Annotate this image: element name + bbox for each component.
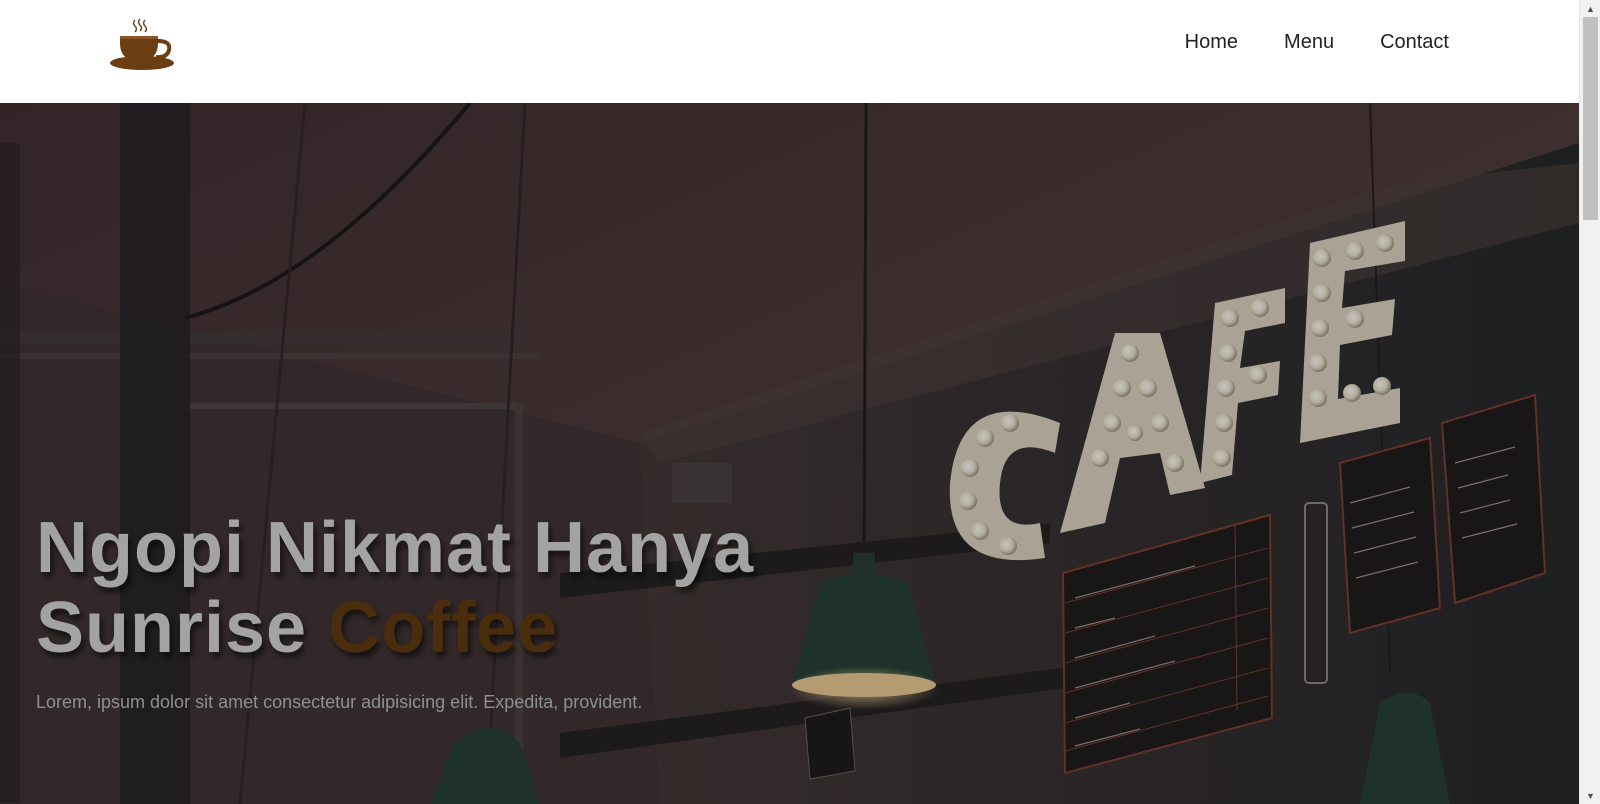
navbar: Home Menu Contact	[0, 0, 1579, 103]
coffee-cup-icon	[110, 18, 174, 70]
hero-title-line1: Ngopi Nikmat Hanya	[36, 508, 755, 588]
logo-link[interactable]	[108, 16, 176, 74]
hero-title: Ngopi Nikmat Hanya Sunrise Coffee	[36, 508, 754, 668]
nav-link-contact[interactable]: Contact	[1380, 30, 1449, 54]
scroll-up-arrow-icon[interactable]: ▲	[1580, 0, 1600, 17]
main-nav: Home Menu Contact	[1185, 30, 1449, 54]
scroll-thumb[interactable]	[1583, 17, 1598, 220]
nav-link-menu[interactable]: Menu	[1284, 30, 1334, 54]
hero-title-line2-prefix: Sunrise	[36, 588, 329, 668]
hero-description: Lorem, ipsum dolor sit amet consectetur …	[36, 692, 643, 712]
page-scrollbar[interactable]: ▲ ▼	[1579, 0, 1600, 804]
nav-link-home[interactable]: Home	[1185, 30, 1238, 54]
scroll-down-arrow-icon[interactable]: ▼	[1580, 787, 1600, 804]
hero-section: Ngopi Nikmat Hanya Sunrise Coffee Lorem,…	[0, 103, 1579, 804]
hero-title-accent: Coffee	[328, 588, 559, 668]
page-viewport: Home Menu Contact Ngopi Nikmat Hanya Sun…	[0, 0, 1579, 804]
